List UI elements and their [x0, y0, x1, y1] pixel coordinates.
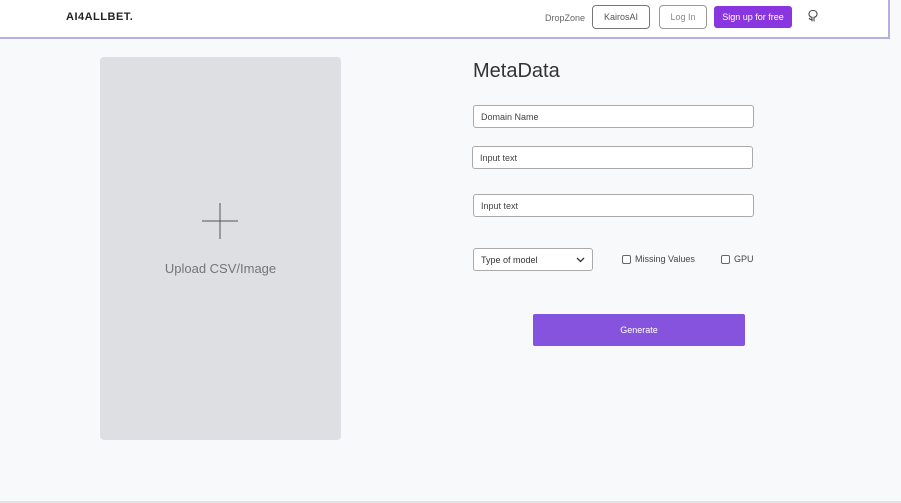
model-type-select[interactable]: Type of model — [473, 248, 593, 271]
top-navbar: AI4ALLBET. DropZone KairosAI Log In Sign… — [0, 0, 890, 39]
missing-values-option[interactable]: Missing Values — [622, 254, 695, 264]
page-title: MetaData — [473, 60, 560, 82]
gpu-label: GPU — [734, 254, 754, 264]
domain-name-input[interactable] — [473, 105, 754, 128]
signup-button[interactable]: Sign up for free — [714, 6, 792, 28]
chevron-down-icon — [576, 255, 585, 264]
input-text-field-2[interactable] — [473, 194, 754, 217]
missing-values-checkbox[interactable] — [622, 254, 631, 264]
github-icon[interactable] — [806, 9, 820, 23]
model-type-value: Type of model — [481, 254, 538, 265]
generate-button[interactable]: Generate — [533, 314, 745, 346]
gpu-checkbox[interactable] — [721, 254, 730, 264]
plus-icon — [202, 203, 238, 239]
gpu-option[interactable]: GPU — [721, 254, 754, 264]
input-text-field-1[interactable] — [472, 146, 753, 169]
missing-values-label: Missing Values — [635, 254, 695, 264]
app-logo[interactable]: AI4ALLBET. — [66, 11, 133, 23]
upload-label: Upload CSV/Image — [164, 261, 277, 276]
login-button[interactable]: Log In — [659, 5, 707, 29]
kairosai-button[interactable]: KairosAI — [592, 5, 650, 29]
upload-dropzone[interactable]: Upload CSV/Image — [100, 57, 341, 440]
nav-link-dropzone[interactable]: DropZone — [545, 13, 585, 23]
